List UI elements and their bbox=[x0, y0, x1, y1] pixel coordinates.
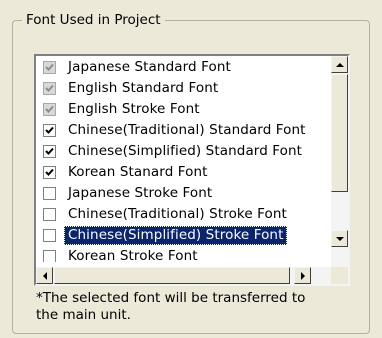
arrow-down-icon bbox=[336, 237, 344, 241]
transfer-note-line-2: the main unit. bbox=[36, 307, 131, 323]
font-item-label: English Standard Font bbox=[68, 80, 219, 96]
font-list-item[interactable]: English Stroke Font bbox=[36, 100, 332, 121]
font-item-label: Japanese Stroke Font bbox=[68, 185, 213, 201]
font-list-item[interactable]: Chinese(Traditional) Stroke Font bbox=[36, 205, 332, 226]
font-checkbox[interactable] bbox=[43, 166, 56, 179]
font-item-label: Chinese(Traditional) Standard Font bbox=[68, 122, 306, 138]
font-checkbox[interactable] bbox=[43, 187, 56, 200]
arrow-up-icon bbox=[336, 63, 344, 67]
checkmark-icon bbox=[45, 168, 54, 176]
checkmark-icon bbox=[45, 63, 54, 71]
scroll-right-button[interactable] bbox=[294, 267, 311, 284]
font-item-label: Chinese(Simplified) Stroke Font bbox=[64, 226, 288, 245]
font-item-label: Chinese(Traditional) Stroke Font bbox=[68, 206, 287, 222]
checkmark-icon bbox=[45, 84, 54, 92]
horizontal-scrollbar[interactable] bbox=[36, 267, 332, 284]
transfer-note-line-1: *The selected font will be transferred t… bbox=[36, 290, 306, 306]
vertical-scrollbar[interactable] bbox=[331, 56, 348, 267]
font-item-label: Japanese Standard Font bbox=[68, 59, 231, 75]
font-list-item[interactable]: Chinese(Traditional) Standard Font bbox=[36, 121, 332, 142]
scroll-up-button[interactable] bbox=[331, 56, 348, 73]
font-checkbox bbox=[43, 82, 56, 95]
checkmark-icon bbox=[45, 147, 54, 155]
checkmark-icon bbox=[45, 105, 54, 113]
font-item-label: Chinese(Simplified) Standard Font bbox=[68, 143, 303, 159]
font-item-label: Korean Stanard Font bbox=[68, 164, 208, 180]
checkmark-icon bbox=[45, 126, 54, 134]
vertical-scroll-thumb[interactable] bbox=[331, 74, 348, 192]
font-item-label: Korean Stroke Font bbox=[68, 248, 198, 262]
font-list-item[interactable]: Chinese(Simplified) Standard Font bbox=[36, 142, 332, 163]
transfer-note: *The selected font will be transferred t… bbox=[36, 290, 366, 324]
group-title: Font Used in Project bbox=[22, 11, 165, 29]
arrow-left-icon bbox=[43, 272, 47, 280]
font-checkbox bbox=[43, 103, 56, 116]
font-list-item[interactable]: Japanese Standard Font bbox=[36, 58, 332, 79]
font-checkbox[interactable] bbox=[43, 145, 56, 158]
arrow-right-icon bbox=[301, 272, 305, 280]
font-list-item[interactable]: Korean Stroke Font bbox=[36, 247, 332, 262]
font-list-box[interactable]: Japanese Standard Font English Standard F… bbox=[34, 54, 350, 286]
font-list-item[interactable]: English Standard Font bbox=[36, 79, 332, 100]
font-checkbox[interactable] bbox=[43, 208, 56, 221]
font-checkbox bbox=[43, 61, 56, 74]
font-list-item[interactable]: Japanese Stroke Font bbox=[36, 184, 332, 205]
font-list-items: Japanese Standard Font English Standard F… bbox=[36, 58, 332, 262]
scroll-corner bbox=[331, 267, 348, 284]
scroll-left-button[interactable] bbox=[36, 267, 53, 284]
font-checkbox[interactable] bbox=[43, 124, 56, 137]
font-checkbox[interactable] bbox=[43, 229, 56, 242]
font-checkbox[interactable] bbox=[43, 250, 56, 262]
scroll-down-button[interactable] bbox=[331, 230, 348, 247]
font-item-label: English Stroke Font bbox=[68, 101, 200, 117]
font-list-item[interactable]: Chinese(Simplified) Stroke Font bbox=[36, 226, 332, 247]
font-list-item[interactable]: Korean Stanard Font bbox=[36, 163, 332, 184]
horizontal-scroll-thumb[interactable] bbox=[54, 267, 290, 284]
